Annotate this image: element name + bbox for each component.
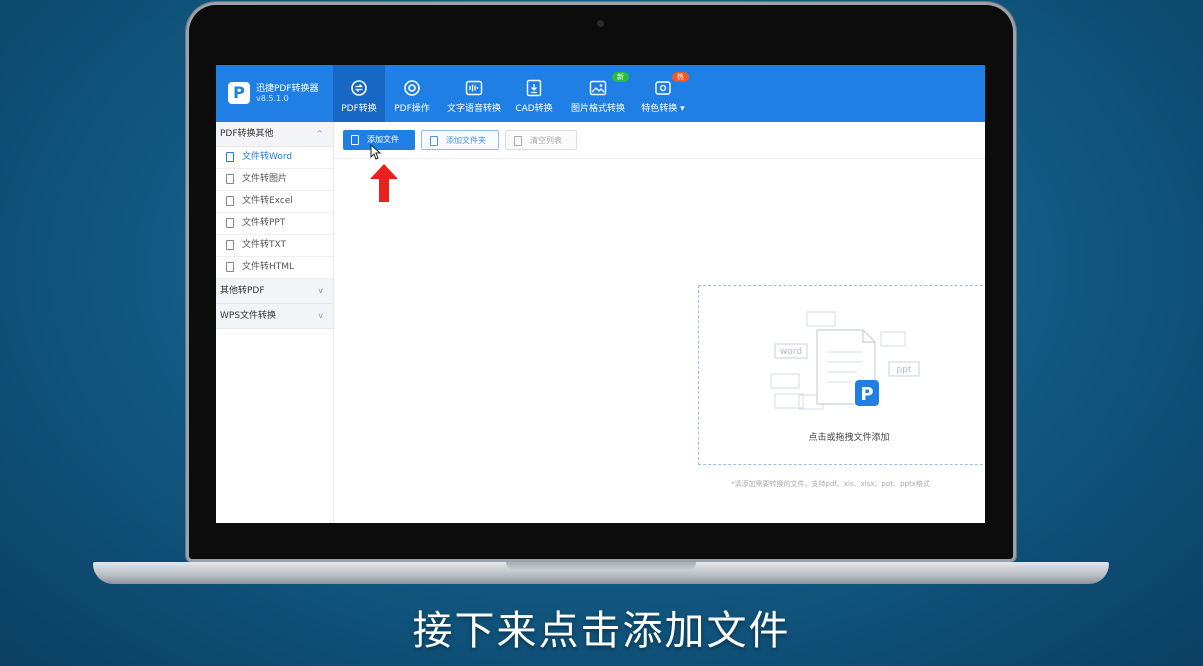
app-header: P 迅捷PDF转换器 v8.5.1.0 PDF转换 PDF操作 文字语音转换 C… <box>216 65 985 122</box>
sidebar-item-image[interactable]: 文件转图片 <box>216 169 333 191</box>
add-folder-button[interactable]: 添加文件夹 <box>421 130 499 150</box>
laptop-notch <box>506 562 696 570</box>
sidebar-item-ppt[interactable]: 文件转PPT <box>216 213 333 235</box>
gear-circle-icon <box>404 80 420 96</box>
app-version: v8.5.1.0 <box>256 94 289 103</box>
file-icon <box>226 174 234 184</box>
sidebar-item-label: 文件转HTML <box>242 262 295 272</box>
ppt-tag: ppt <box>897 365 912 375</box>
camera-icon <box>597 20 604 27</box>
sidebar-item-label: 文件转PPT <box>242 218 286 228</box>
app-logo-icon: P <box>228 82 250 104</box>
sidebar-item-label: 文件转TXT <box>242 240 287 250</box>
convert-icon <box>351 80 367 96</box>
app-window: P 迅捷PDF转换器 v8.5.1.0 PDF转换 PDF操作 文字语音转换 C… <box>216 65 985 523</box>
chevron-up-icon: ^ <box>316 129 323 138</box>
sidebar-group-wps[interactable]: WPS文件转换 v <box>216 304 333 329</box>
red-arrow-icon <box>370 164 398 202</box>
mouse-cursor-icon <box>370 144 382 160</box>
trash-icon <box>514 136 522 146</box>
drop-zone-text: 点击或拖拽文件添加 <box>808 433 890 443</box>
tab-text-speech[interactable]: 文字语音转换 <box>444 65 504 122</box>
tab-label: 特色转换 ▾ <box>641 104 685 114</box>
sidebar-item-html[interactable]: 文件转HTML <box>216 257 333 279</box>
cad-icon <box>526 79 542 97</box>
hot-badge: 热 <box>672 72 689 82</box>
tab-label: PDF转换 <box>341 104 377 114</box>
document-illustration-icon: word ppt P <box>770 311 920 410</box>
audio-wave-icon <box>465 80 483 96</box>
chevron-down-icon: v <box>318 311 323 320</box>
sidebar-group-label: 其他转PDF <box>220 286 265 296</box>
tab-pdf-convert[interactable]: PDF转换 <box>333 65 385 122</box>
sidebar-item-label: 文件转图片 <box>242 174 288 184</box>
app-name: 迅捷PDF转换器 <box>256 84 319 94</box>
sidebar-group-label: PDF转换其他 <box>220 129 274 139</box>
sidebar-item-label: 文件转Excel <box>242 196 293 206</box>
button-label: 添加文件夹 <box>446 136 486 145</box>
svg-text:P: P <box>860 384 873 405</box>
button-label: 添加文件 <box>367 135 399 144</box>
add-file-icon <box>351 135 359 145</box>
video-subtitle: 接下来点击添加文件 <box>412 608 791 654</box>
chevron-down-icon: v <box>318 286 323 295</box>
folder-icon <box>430 136 438 146</box>
word-tag: word <box>780 347 802 357</box>
supported-formats-hint: *请添加需要转换的文件，支持pdf、xls、xlsx、ppt、pptx格式 <box>731 480 930 488</box>
file-icon <box>226 262 234 272</box>
tab-label: 图片格式转换 <box>570 104 625 114</box>
tab-label: CAD转换 <box>515 104 553 114</box>
button-label: 清空列表 <box>530 136 562 145</box>
file-icon <box>226 152 234 162</box>
special-icon <box>655 81 671 95</box>
toolbar: 添加文件 添加文件夹 清空列表 <box>334 122 985 159</box>
tab-label: PDF操作 <box>394 104 430 114</box>
sidebar-item-word[interactable]: 文件转Word <box>216 147 333 169</box>
sidebar-item-label: 文件转Word <box>242 152 293 162</box>
file-drop-zone[interactable]: word ppt P 点击或拖拽文件添加 <box>698 285 985 465</box>
new-badge: 新 <box>612 72 629 82</box>
clear-list-button[interactable]: 清空列表 <box>505 130 577 150</box>
sidebar-group-pdf-other[interactable]: PDF转换其他 ^ <box>216 122 333 147</box>
sidebar-group-label: WPS文件转换 <box>220 311 277 321</box>
file-icon <box>226 218 234 228</box>
file-icon <box>226 240 234 250</box>
image-icon <box>589 80 607 96</box>
sidebar-item-txt[interactable]: 文件转TXT <box>216 235 333 257</box>
sidebar: PDF转换其他 ^ 文件转Word 文件转图片 文件转Excel 文件转PPT … <box>216 122 334 523</box>
tab-pdf-operation[interactable]: PDF操作 <box>388 65 436 122</box>
tab-label: 文字语音转换 <box>446 104 501 114</box>
sidebar-group-other-to-pdf[interactable]: 其他转PDF v <box>216 279 333 304</box>
laptop-base <box>93 562 1109 584</box>
tab-cad-convert[interactable]: CAD转换 <box>512 65 556 122</box>
file-icon <box>226 196 234 206</box>
sidebar-item-excel[interactable]: 文件转Excel <box>216 191 333 213</box>
